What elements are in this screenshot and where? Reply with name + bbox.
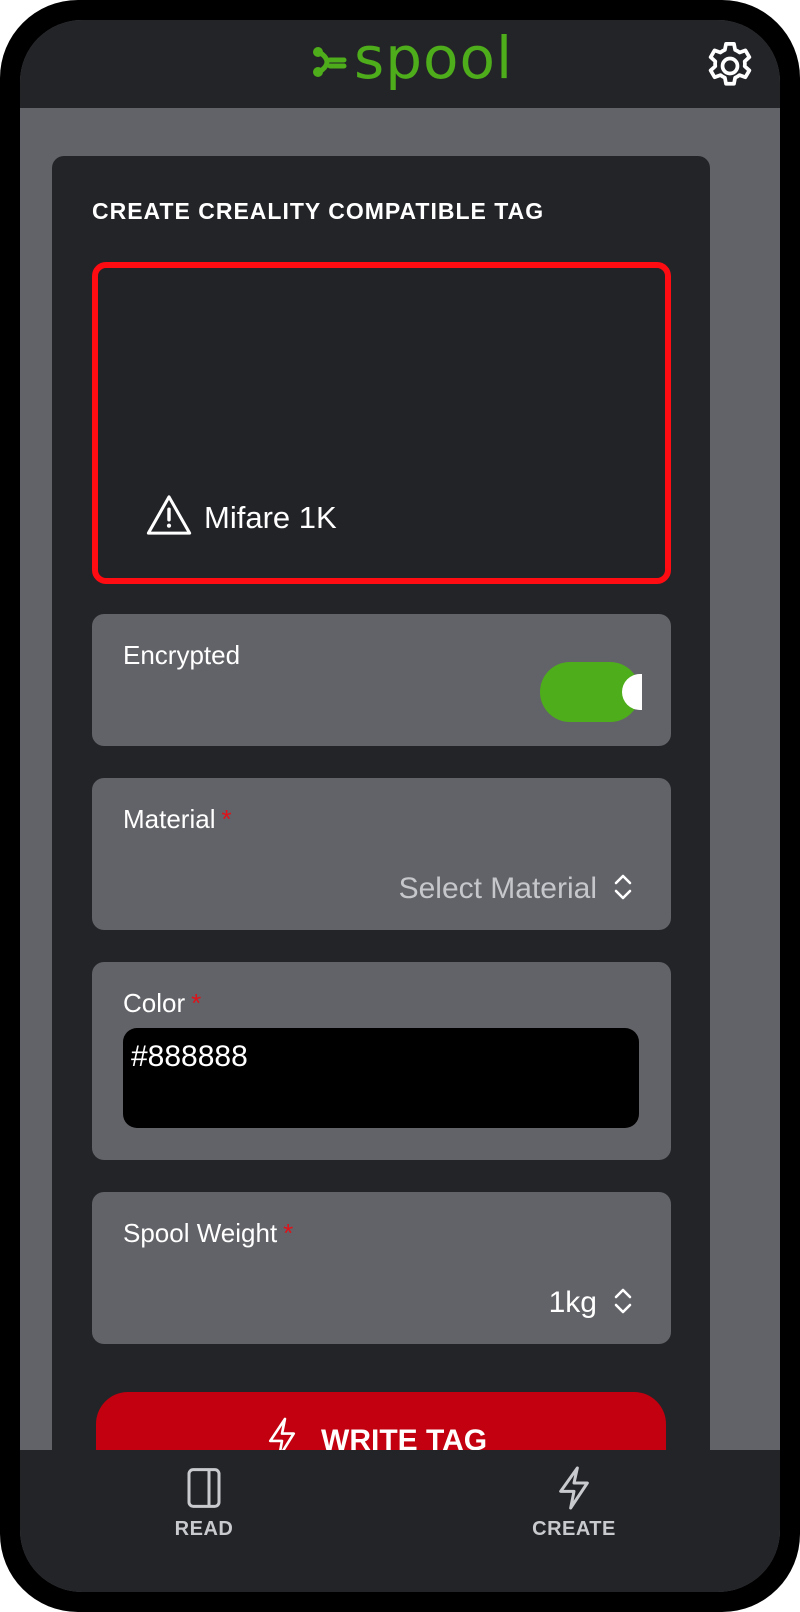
app-header: spool (20, 20, 780, 108)
tag-type-label: Mifare 1K (204, 500, 337, 535)
chevron-up-down-icon (614, 874, 632, 900)
nav-read-label: READ (174, 1518, 234, 1540)
nav-create[interactable]: CREATE (514, 1466, 634, 1556)
required-mark: * (191, 988, 202, 1018)
encrypted-label: Encrypted (123, 640, 241, 670)
spool-weight-label: Spool Weight (123, 1218, 278, 1248)
lightning-icon (559, 1466, 589, 1510)
encrypted-toggle[interactable] (540, 662, 642, 722)
toggle-knob (622, 674, 642, 710)
book-icon (187, 1468, 221, 1508)
material-label: Material (123, 804, 216, 834)
device-frame: spool CREATE CREALITY COMPATIBLE TAG Mif… (0, 0, 800, 1612)
tag-status-box: Mifare 1K (92, 262, 671, 584)
encrypted-field: Encrypted (92, 614, 671, 746)
logo-mark-icon (313, 47, 347, 77)
nav-create-label: CREATE (532, 1518, 616, 1540)
app-screen: spool CREATE CREALITY COMPATIBLE TAG Mif… (20, 20, 780, 1592)
create-tag-card: CREATE CREALITY COMPATIBLE TAG Mifare 1K… (52, 156, 710, 1502)
color-input[interactable]: #888888 (123, 1028, 639, 1128)
warning-icon (146, 495, 192, 535)
spool-logo: spool (310, 24, 512, 106)
chevron-up-down-icon (614, 1288, 632, 1314)
spool-weight-select[interactable]: 1kg (549, 1286, 597, 1320)
bottom-nav: READ CREATE (20, 1450, 780, 1592)
nav-read[interactable]: READ (144, 1466, 264, 1556)
required-mark: * (221, 804, 232, 834)
material-select[interactable]: Select Material (399, 872, 597, 906)
color-label: Color (123, 988, 186, 1018)
required-mark: * (283, 1218, 294, 1248)
color-field: Color * #888888 (92, 962, 671, 1160)
spool-weight-field: Spool Weight * 1kg (92, 1192, 671, 1344)
gear-icon (708, 41, 752, 86)
brand-name: spool (354, 24, 514, 92)
settings-button[interactable] (702, 38, 758, 94)
material-field: Material * Select Material (92, 778, 671, 930)
card-title: CREATE CREALITY COMPATIBLE TAG (92, 198, 545, 224)
